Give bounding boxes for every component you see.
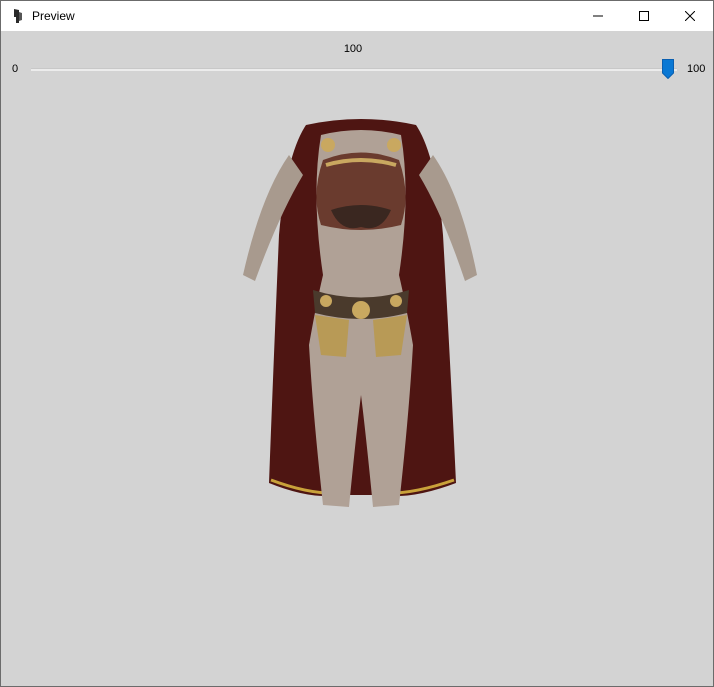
slider-current-value: 100 [343, 43, 363, 55]
maximize-icon [639, 11, 649, 21]
preview-window: Preview 100 0 100 [0, 0, 714, 687]
close-button[interactable] [667, 1, 713, 31]
title-bar[interactable]: Preview [1, 1, 713, 31]
minimize-button[interactable] [575, 1, 621, 31]
outfit-model-preview [243, 119, 477, 507]
cubes-icon [14, 9, 22, 23]
minimize-icon [593, 15, 603, 17]
weight-slider-panel: 100 0 100 [1, 31, 713, 91]
slider-min-label: 0 [12, 63, 19, 75]
slider-max-label: 100 [687, 63, 706, 75]
window-controls [575, 1, 713, 31]
maximize-button[interactable] [621, 1, 667, 31]
preview-viewport[interactable] [1, 91, 713, 686]
slider-thumb[interactable] [662, 59, 674, 79]
slider-track[interactable] [31, 68, 677, 71]
close-icon [685, 11, 695, 21]
window-title: Preview [32, 9, 75, 23]
